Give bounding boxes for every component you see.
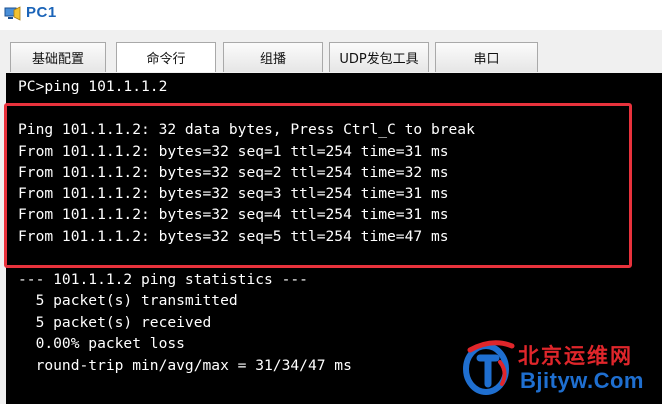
watermark: 北京运维网 Bjityw.Com [456, 336, 662, 404]
highlight-box [4, 103, 632, 268]
terminal-line: round-trip min/avg/max = 31/34/47 ms [18, 357, 352, 374]
window-title: PC1 [26, 4, 57, 21]
terminal-line: 0.00% packet loss [18, 335, 185, 352]
terminal-line: 5 packet(s) received [18, 314, 212, 331]
tab-serial-port[interactable]: 串口 [435, 42, 538, 72]
tab-udp-tool[interactable]: UDP发包工具 [329, 42, 429, 72]
watermark-domain-text: Bjityw.Com [520, 368, 644, 393]
terminal-line: PC>ping 101.1.1.2 [18, 78, 168, 95]
tab-basic-config[interactable]: 基础配置 [10, 42, 106, 72]
tab-command-line[interactable]: 命令行 [116, 42, 216, 72]
tab-multicast[interactable]: 组播 [223, 42, 323, 72]
watermark-logo-icon [463, 340, 515, 395]
window-titlebar: PC1 [0, 0, 662, 30]
watermark-chinese-text: 北京运维网 [518, 343, 633, 368]
terminal-line: 5 packet(s) transmitted [18, 292, 238, 309]
terminal-line: --- 101.1.1.2 ping statistics --- [18, 271, 308, 288]
pc-app-icon [4, 6, 21, 21]
